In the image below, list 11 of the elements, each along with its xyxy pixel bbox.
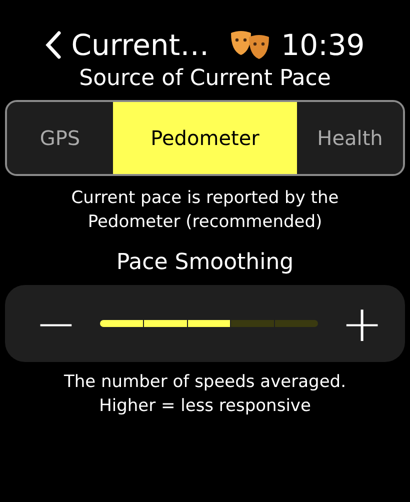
smoothing-description: The number of speeds averaged. Higher = less responsive — [63, 371, 347, 418]
minus-button[interactable]: − — [35, 298, 77, 348]
clock-time: 10:39 — [281, 28, 365, 62]
chevron-left-icon — [45, 31, 62, 59]
segment-tab[interactable]: Pedometer — [113, 102, 297, 174]
masks-icon — [229, 29, 272, 61]
plus-button[interactable]: + — [341, 298, 383, 348]
section-title: Source of Current Pace — [79, 66, 331, 92]
back-button[interactable]: Current… — [45, 28, 210, 62]
section-title: Pace Smoothing — [116, 250, 294, 275]
source-description: Current pace is reported by the Pedometer (recommended) — [70, 187, 340, 234]
